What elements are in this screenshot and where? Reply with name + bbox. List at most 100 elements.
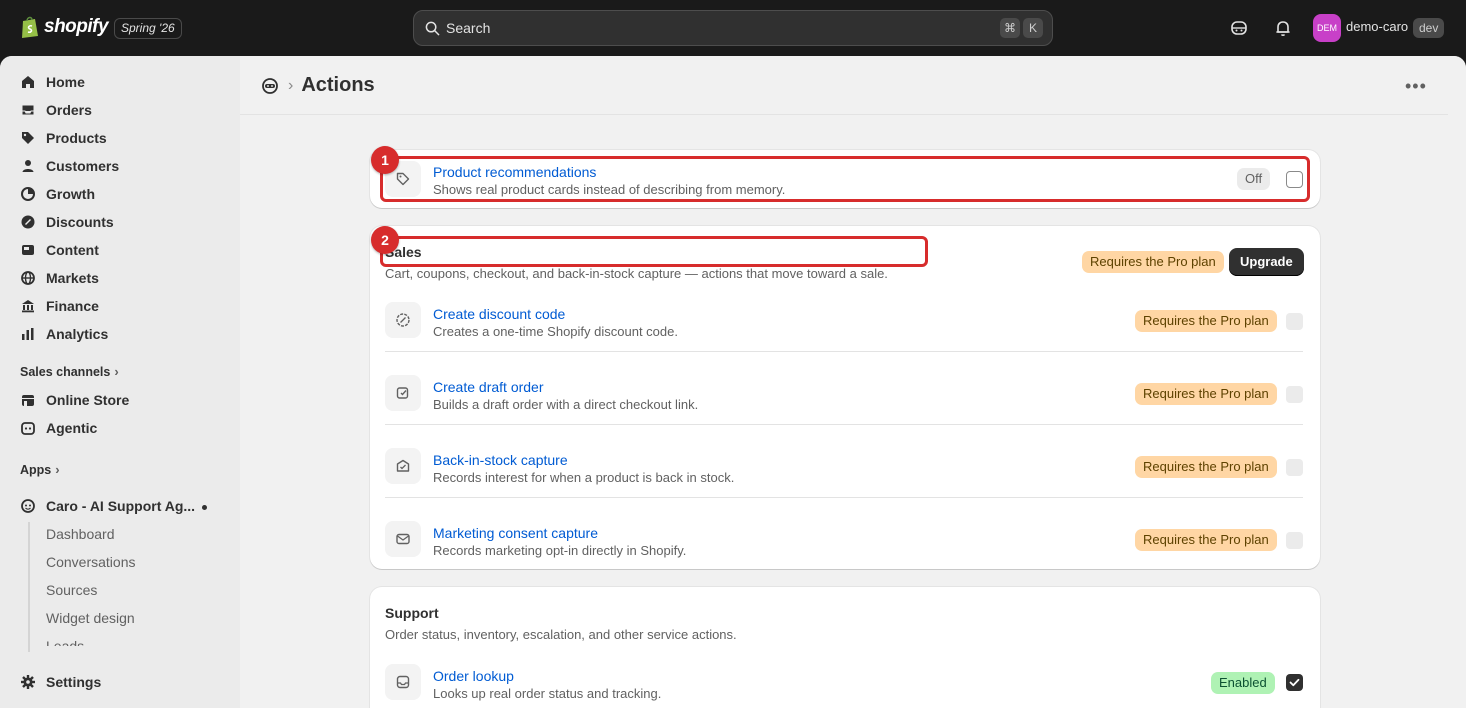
- discount-icon: [385, 302, 421, 338]
- back-in-stock-icon: [385, 448, 421, 484]
- section-title: Support: [385, 605, 439, 621]
- app-pinned-dot: [202, 505, 207, 510]
- action-title-order-lookup[interactable]: Order lookup: [433, 668, 514, 684]
- sidebar-subitem-sources[interactable]: Sources: [46, 582, 97, 598]
- home-icon: [22, 76, 34, 88]
- edition-badge[interactable]: Spring '26: [114, 18, 182, 39]
- sidebar-item-label: Customers: [46, 158, 120, 174]
- sales-channels-header[interactable]: Sales channels ›: [20, 364, 119, 379]
- globe-icon: [21, 271, 35, 285]
- subnav-line: [28, 522, 30, 652]
- action-title-create-discount-code[interactable]: Create discount code: [433, 306, 565, 322]
- caro-app-icon: [21, 499, 35, 513]
- sidebar-item-analytics[interactable]: Analytics: [20, 322, 108, 346]
- shopify-logo[interactable]: shopify: [20, 15, 109, 39]
- sidebar-item-products[interactable]: Products: [20, 126, 107, 150]
- pro-plan-badge: Requires the Pro plan: [1135, 383, 1277, 405]
- breadcrumb: › Actions: [260, 74, 375, 97]
- shortcut-cmd-key: ⌘: [1000, 18, 1020, 38]
- sidebar-item-customers[interactable]: Customers: [20, 154, 119, 178]
- subnav-clip: Leads: [0, 636, 240, 646]
- order-lookup-icon: [385, 664, 421, 700]
- orders-icon: [21, 104, 35, 116]
- pro-plan-badge: Requires the Pro plan: [1082, 251, 1224, 273]
- sidebar-item-caro-app[interactable]: Caro - AI Support Ag...: [20, 494, 195, 518]
- sales-card: Sales Cart, coupons, checkout, and back-…: [370, 226, 1320, 569]
- sidebar-item-label: Agentic: [46, 420, 98, 436]
- sidebar-item-settings[interactable]: Settings: [20, 670, 101, 694]
- toggle-checkbox[interactable]: [1286, 386, 1303, 403]
- action-title-back-in-stock-capture[interactable]: Back-in-stock capture: [433, 452, 568, 468]
- action-title-create-draft-order[interactable]: Create draft order: [433, 379, 544, 395]
- gear-icon: [21, 675, 35, 689]
- discount-icon: [21, 215, 35, 229]
- sidebar-item-growth[interactable]: Growth: [20, 182, 95, 206]
- person-icon: [22, 160, 34, 172]
- header-divider: [240, 114, 1448, 115]
- sidebar-item-label: Online Store: [46, 392, 130, 408]
- growth-icon: [21, 187, 35, 201]
- sidebar-item-label: Discounts: [46, 214, 114, 230]
- sidebar-item-label: Growth: [46, 186, 95, 202]
- assistant-icon[interactable]: [1229, 18, 1249, 38]
- sidebar-subitem-widget-design[interactable]: Widget design: [46, 610, 135, 626]
- sidebar-item-online-store[interactable]: Online Store: [20, 388, 129, 412]
- app-shell: Home Orders Products Customers Growth Di…: [0, 56, 1466, 708]
- store-icon: [22, 395, 34, 406]
- sidebar-item-agentic[interactable]: Agentic: [20, 416, 97, 440]
- sidebar-item-finance[interactable]: Finance: [20, 294, 99, 318]
- caro-app-icon[interactable]: [260, 76, 280, 96]
- sidebar-item-label: Settings: [46, 674, 102, 690]
- chevron-right-icon: ›: [288, 76, 294, 94]
- sidebar-item-content[interactable]: Content: [20, 238, 99, 262]
- toggle-checkbox[interactable]: [1286, 313, 1303, 330]
- app-name: Caro - AI Support Ag...: [46, 498, 196, 514]
- upgrade-button[interactable]: Upgrade: [1229, 248, 1304, 276]
- avatar[interactable]: DEM: [1313, 14, 1341, 42]
- page-title: Actions: [301, 74, 375, 96]
- search-bar[interactable]: Search ⌘ K: [413, 10, 1053, 46]
- sidebar-item-label: Orders: [46, 102, 92, 118]
- sidebar-item-orders[interactable]: Orders: [20, 98, 92, 122]
- section-desc: Order status, inventory, escalation, and…: [385, 627, 737, 642]
- mail-icon: [385, 521, 421, 557]
- action-desc: Looks up real order status and tracking.: [433, 686, 662, 701]
- more-actions-button[interactable]: •••: [1405, 76, 1427, 97]
- action-title-marketing-consent-capture[interactable]: Marketing consent capture: [433, 525, 598, 541]
- sidebar-subitem-leads[interactable]: Leads: [46, 638, 84, 646]
- sales-channels-label: Sales channels: [20, 364, 111, 379]
- highlight-number-1: 1: [371, 146, 399, 174]
- toggle-checkbox[interactable]: [1286, 532, 1303, 549]
- store-name[interactable]: demo-caro: [1346, 19, 1408, 34]
- bell-icon[interactable]: [1273, 18, 1293, 38]
- sidebar-item-home[interactable]: Home: [20, 70, 85, 94]
- sidebar-subitem-conversations[interactable]: Conversations: [46, 554, 136, 570]
- agentic-icon: [21, 422, 35, 435]
- main-content: › Actions ••• Product recommendations Sh…: [240, 56, 1466, 708]
- top-bar: shopify Spring '26 Search ⌘ K DEM demo-c…: [0, 0, 1466, 56]
- sidebar-item-discounts[interactable]: Discounts: [20, 210, 114, 234]
- sidebar-item-label: Markets: [46, 270, 99, 286]
- row-divider: [385, 497, 1303, 498]
- sidebar-item-label: Products: [46, 130, 107, 146]
- action-desc: Records interest for when a product is b…: [433, 470, 735, 485]
- section-desc: Cart, coupons, checkout, and back-in-sto…: [385, 266, 888, 281]
- sidebar-item-markets[interactable]: Markets: [20, 266, 99, 290]
- enabled-badge: Enabled: [1211, 672, 1275, 694]
- toggle-checkbox[interactable]: [1286, 459, 1303, 476]
- highlight-box-2: [380, 236, 928, 267]
- highlight-number-2: 2: [371, 226, 399, 254]
- toggle-checkbox[interactable]: [1286, 674, 1303, 691]
- row-divider: [385, 424, 1303, 425]
- pro-plan-badge: Requires the Pro plan: [1135, 529, 1277, 551]
- content-icon: [22, 245, 34, 255]
- action-desc: Records marketing opt-in directly in Sho…: [433, 543, 687, 558]
- sidebar-item-label: Home: [46, 74, 85, 90]
- apps-header[interactable]: Apps ›: [20, 462, 60, 477]
- sidebar-subitem-dashboard[interactable]: Dashboard: [46, 526, 115, 542]
- brand-name: shopify: [44, 16, 109, 37]
- sidebar-item-label: Analytics: [46, 326, 109, 342]
- pro-plan-badge: Requires the Pro plan: [1135, 456, 1277, 478]
- sidebar-item-label: Finance: [46, 298, 99, 314]
- sidebar: Home Orders Products Customers Growth Di…: [0, 56, 240, 708]
